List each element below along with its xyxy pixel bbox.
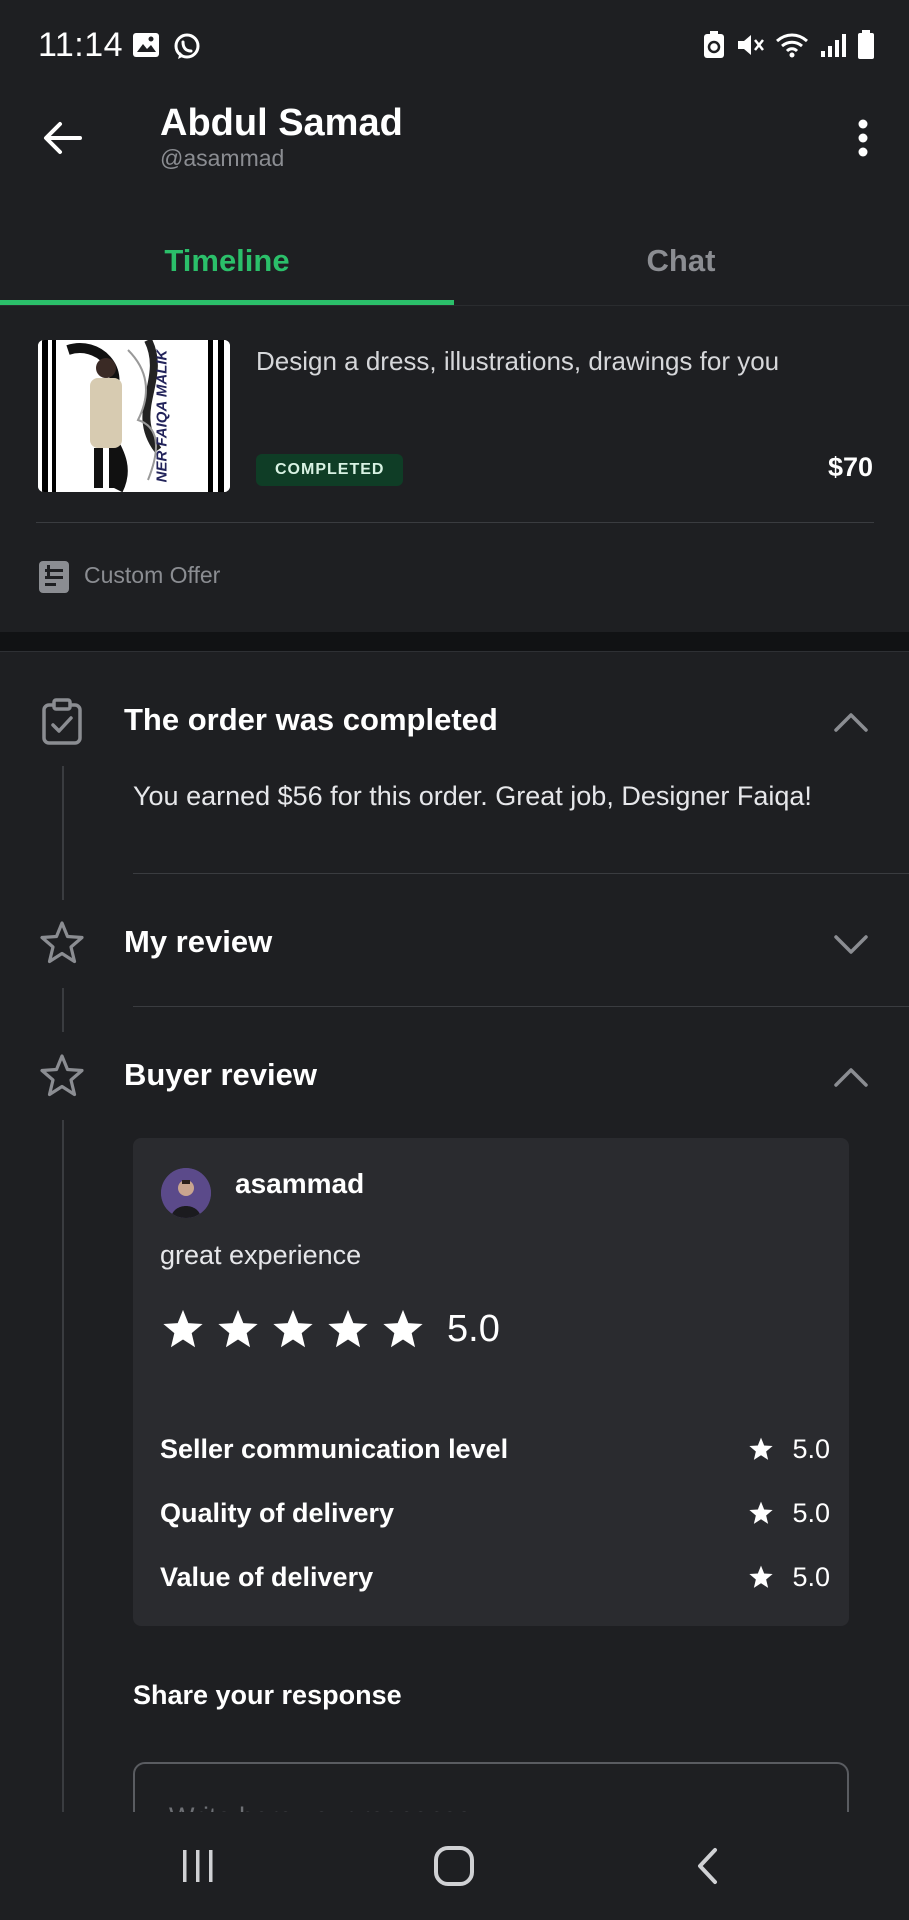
star-icon [749, 1437, 773, 1460]
image-icon [132, 32, 160, 67]
share-response-label: Share your response [133, 1680, 402, 1710]
rating-stars [161, 1308, 425, 1350]
star-icon [383, 1309, 423, 1348]
reviewer-name: asammad [235, 1168, 365, 1199]
order-completed-message: You earned $56 for this order. Great job… [133, 781, 812, 811]
metric-value: 5.0 [792, 1498, 830, 1528]
mute-icon [735, 31, 765, 64]
back-button[interactable] [36, 112, 88, 164]
home-button[interactable] [424, 1842, 484, 1890]
divider [133, 873, 909, 874]
app-header: Abdul Samad @asammad [0, 92, 909, 202]
timeline-line [62, 1120, 64, 1812]
recycle-icon [703, 31, 725, 64]
review-comment: great experience [160, 1240, 362, 1270]
overall-rating: 5.0 [447, 1308, 500, 1350]
star-outline-icon [38, 1052, 86, 1100]
divider [133, 1006, 909, 1007]
chevron-left-icon [698, 1848, 717, 1884]
tab-timeline[interactable]: Timeline [0, 216, 454, 306]
my-review-title[interactable]: My review [124, 924, 272, 960]
metric-value: 5.0 [792, 1434, 830, 1464]
metric-label: Value of delivery [160, 1562, 374, 1592]
divider [36, 522, 874, 523]
metric-value: 5.0 [792, 1562, 830, 1592]
metric-row: Quality of delivery 5.0 [160, 1494, 830, 1534]
recents-icon [183, 1850, 213, 1882]
star-icon [328, 1309, 368, 1348]
order-price: $70 [827, 452, 873, 482]
collapse-completed-button[interactable] [833, 710, 869, 734]
section-separator [0, 632, 909, 652]
clipboard-check-icon [38, 698, 86, 746]
home-icon [434, 1846, 474, 1886]
tab-chat[interactable]: Chat [454, 216, 908, 306]
star-icon [749, 1501, 773, 1524]
wifi-icon [775, 31, 809, 64]
star-icon [273, 1309, 313, 1348]
whatsapp-icon [172, 32, 202, 67]
arrow-left-icon [44, 122, 82, 154]
status-bar: 11:14 [0, 0, 909, 92]
recent-apps-button[interactable] [168, 1842, 228, 1890]
buyer-review-title: Buyer review [124, 1057, 317, 1092]
status-time: 11:14 [38, 26, 124, 64]
thumbnail-caption: NER FAIQA MALIK [153, 349, 171, 483]
order-completed-title: The order was completed [124, 702, 498, 737]
metric-row: Seller communication level 5.0 [160, 1430, 830, 1470]
offer-type: Custom Offer [84, 562, 221, 588]
battery-icon [857, 30, 875, 65]
contact-handle: @asammad [160, 145, 285, 171]
timeline-line [62, 766, 64, 900]
chevron-down-icon [834, 935, 868, 954]
tab-bar: Timeline Chat [0, 216, 909, 306]
signal-icon [819, 31, 847, 64]
system-back-button[interactable] [678, 1842, 738, 1890]
status-badge: COMPLETED [256, 454, 404, 486]
star-icon [163, 1309, 203, 1348]
metric-label: Seller communication level [160, 1434, 509, 1464]
timeline-line [62, 988, 64, 1032]
more-vertical-icon [858, 119, 868, 157]
expand-my-review-button[interactable] [833, 932, 869, 956]
gig-image [38, 340, 230, 492]
star-icon [749, 1565, 773, 1588]
order-thumbnail: NER FAIQA MALIK [38, 340, 230, 492]
order-summary[interactable]: NER FAIQA MALIK Design a dress, illustra… [0, 306, 909, 632]
chevron-up-icon [834, 713, 868, 732]
metric-row: Value of delivery 5.0 [160, 1558, 830, 1598]
chevron-up-icon [834, 1068, 868, 1087]
star-icon [218, 1309, 258, 1348]
buyer-review-card: asammad great experience 5.0 Seller comm… [133, 1138, 849, 1626]
receipt-icon [38, 560, 70, 594]
avatar [161, 1168, 211, 1218]
contact-name: Abdul Samad [160, 102, 403, 144]
system-nav-bar [0, 1812, 909, 1920]
more-options-button[interactable] [843, 112, 883, 164]
order-title: Design a dress, illustrations, drawings … [256, 346, 780, 376]
star-outline-icon [38, 919, 86, 967]
collapse-buyer-review-button[interactable] [833, 1065, 869, 1089]
metric-label: Quality of delivery [160, 1498, 395, 1528]
